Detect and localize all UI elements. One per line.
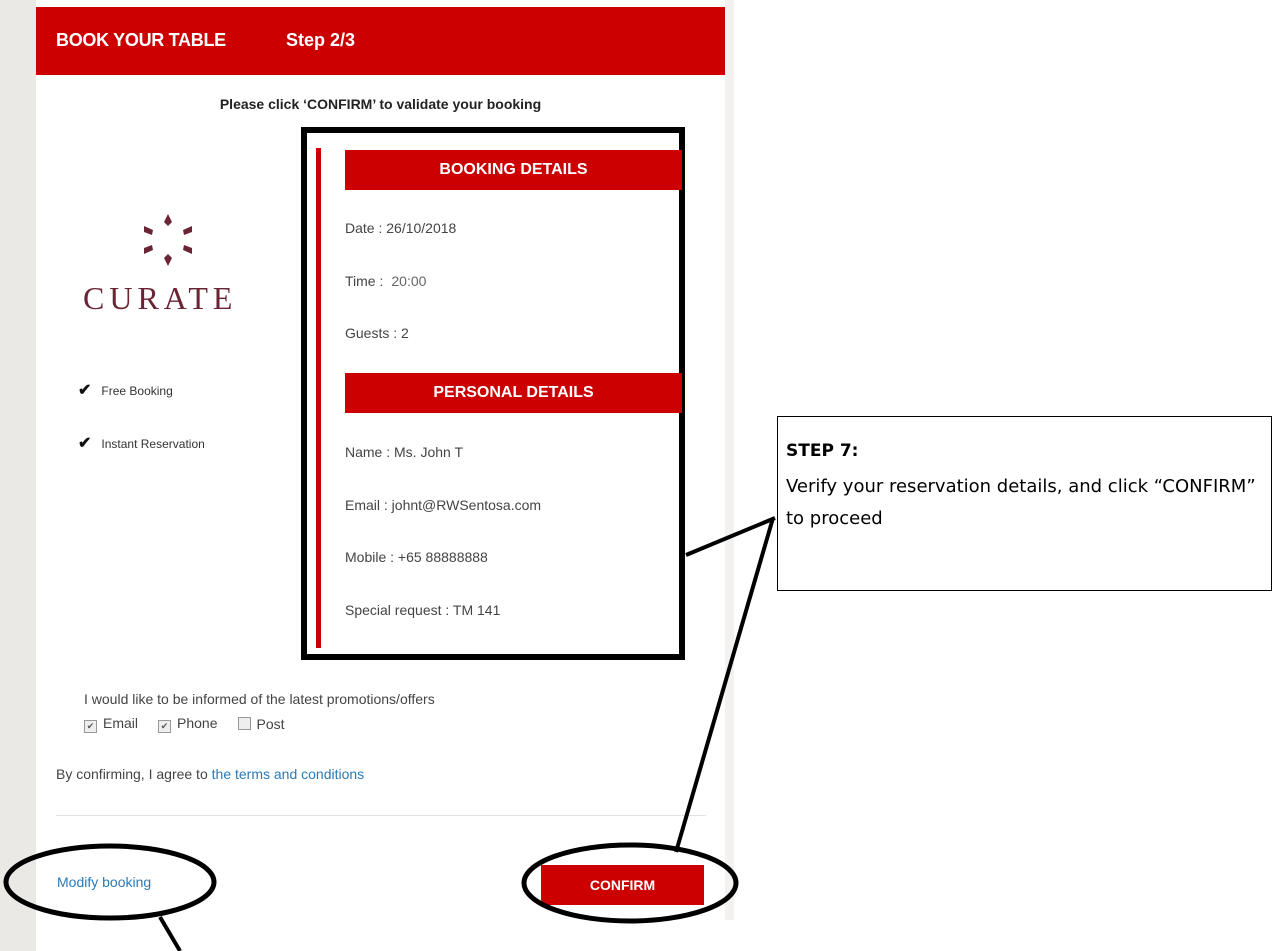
callout-pointer-line [674,517,775,853]
modify-pointer-line [158,915,182,951]
confirm-highlight-ellipse [521,842,739,924]
annotation-overlay [3,516,776,951]
callout-pointer-line [685,516,776,557]
modify-highlight-ellipse [3,843,217,921]
